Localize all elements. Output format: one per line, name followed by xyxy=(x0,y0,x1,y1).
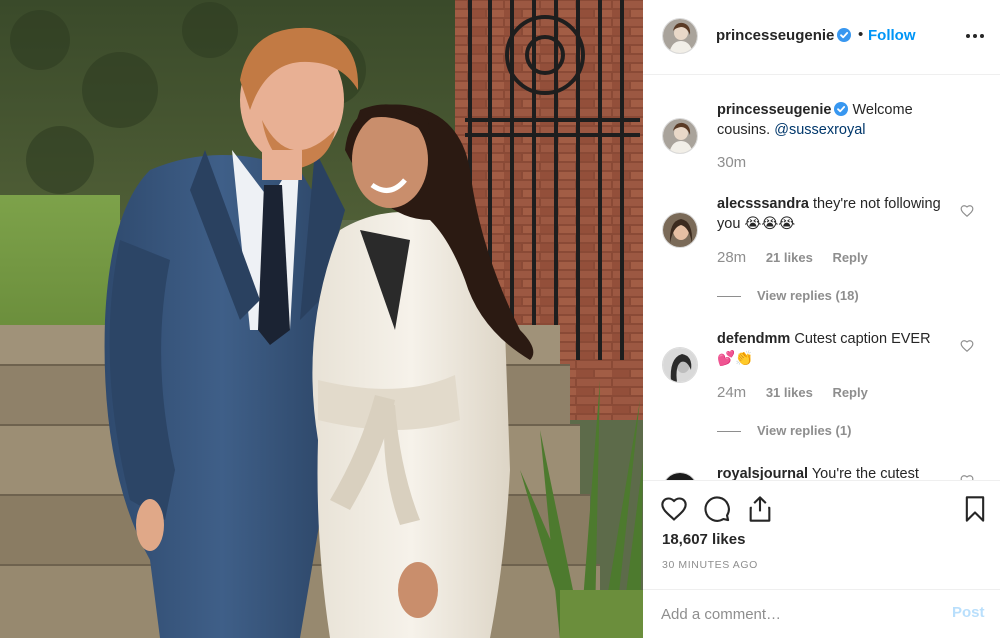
header-username[interactable]: princesseugenie xyxy=(716,27,852,44)
comment-username[interactable]: alecsssandra xyxy=(717,196,809,212)
share-icon[interactable] xyxy=(746,495,774,523)
comment-avatar[interactable] xyxy=(662,472,698,480)
comment-text: royalsjournal You're the cutest xyxy=(717,464,952,480)
post-photo[interactable] xyxy=(0,0,643,638)
comment-username[interactable]: royalsjournal xyxy=(717,466,808,480)
view-replies-label[interactable]: View replies (18) xyxy=(757,288,859,303)
caption-meta: 30m xyxy=(717,154,746,171)
avatar[interactable] xyxy=(662,18,698,54)
post-photo-illustration xyxy=(0,0,643,638)
like-heart-icon[interactable] xyxy=(660,495,688,523)
save-bookmark-icon[interactable] xyxy=(961,495,989,523)
like-comment-heart-icon[interactable] xyxy=(960,339,974,353)
comments-list[interactable]: princesseugenie Welcome cousins. @sussex… xyxy=(643,76,1000,480)
post-side-panel: princesseugenie • Follow princesseugenie… xyxy=(643,0,1000,638)
avatar-image xyxy=(663,19,697,53)
comment-avatar[interactable] xyxy=(662,212,698,248)
verified-badge-icon xyxy=(834,102,849,116)
comment-age[interactable]: 24m xyxy=(717,384,746,401)
comment-body: You're the cutest xyxy=(811,466,919,480)
comment-username[interactable]: defendmm xyxy=(717,331,790,347)
like-comment-heart-icon[interactable] xyxy=(960,204,974,218)
verified-badge-icon xyxy=(837,28,852,42)
avatar-image xyxy=(663,348,697,382)
likes-count[interactable]: 18,607 likes xyxy=(662,531,745,548)
add-comment-input[interactable] xyxy=(661,602,931,626)
header-separator: • xyxy=(858,26,864,43)
comment-likes[interactable]: 31 likes xyxy=(766,385,813,400)
caption-mention-link[interactable]: @sussexroyal xyxy=(774,122,865,138)
caption-username[interactable]: princesseugenie xyxy=(717,102,831,118)
comment-text: alecsssandra they're not following you 😭… xyxy=(717,194,952,234)
follow-button[interactable]: Follow xyxy=(868,27,916,44)
comment-meta: 24m 31 likes Reply xyxy=(717,384,868,401)
caption-text: princesseugenie Welcome cousins. @sussex… xyxy=(717,100,952,140)
add-comment-bar: Post xyxy=(643,589,1000,638)
caption-age[interactable]: 30m xyxy=(717,154,746,171)
caption-avatar[interactable] xyxy=(662,118,698,154)
view-replies-label[interactable]: View replies (1) xyxy=(757,423,851,438)
reply-button[interactable]: Reply xyxy=(832,250,867,265)
comment-avatar[interactable] xyxy=(662,347,698,383)
view-replies-line xyxy=(717,431,741,433)
view-replies-button[interactable]: View replies (18) xyxy=(717,288,859,303)
avatar-image xyxy=(663,473,697,480)
view-replies-button[interactable]: View replies (1) xyxy=(717,423,851,438)
reply-button[interactable]: Reply xyxy=(832,385,867,400)
post-comment-button[interactable]: Post xyxy=(952,604,985,621)
post-actions: 18,607 likes 30 MINUTES AGO xyxy=(643,480,1000,590)
comment-text: defendmm Cutest caption EVER 💕👏 xyxy=(717,329,952,369)
post-header: princesseugenie • Follow xyxy=(643,0,1000,75)
comment-likes[interactable]: 21 likes xyxy=(766,250,813,265)
comment-meta: 28m 21 likes Reply xyxy=(717,249,868,266)
more-options-icon[interactable] xyxy=(963,24,987,48)
avatar-image xyxy=(663,213,697,247)
avatar-image xyxy=(663,119,697,153)
header-username-text[interactable]: princesseugenie xyxy=(716,27,834,44)
comment-bubble-icon[interactable] xyxy=(703,495,731,523)
comment-age[interactable]: 28m xyxy=(717,249,746,266)
view-replies-line xyxy=(717,296,741,298)
post-timestamp[interactable]: 30 MINUTES AGO xyxy=(662,559,758,571)
